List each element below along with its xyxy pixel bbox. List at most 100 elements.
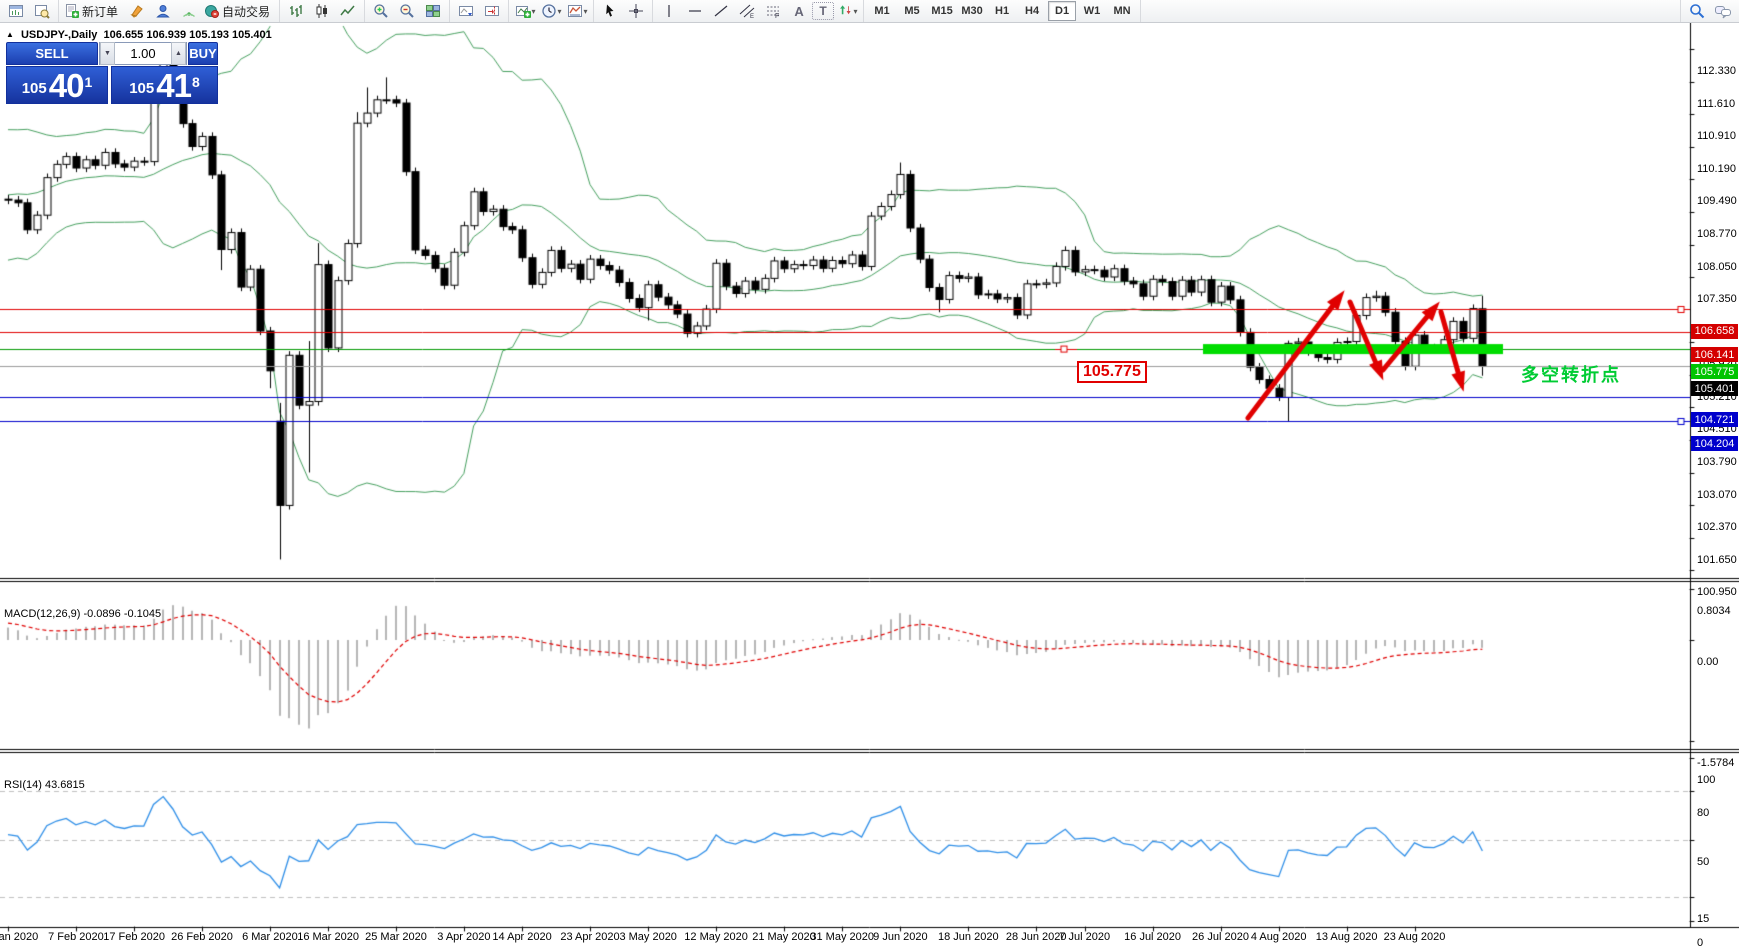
periods-clock-icon[interactable]: ▾ [538,1,564,21]
volume-value[interactable]: 1.00 [115,46,171,61]
toolbar-group-zoom [365,0,451,22]
fibonacci-icon[interactable]: F [760,1,786,21]
toolbar-group-cursor [594,0,654,22]
date-label: 6 Mar 2020 [242,931,298,943]
indicators-icon[interactable]: ▾ [512,1,538,21]
cursor-icon[interactable] [597,1,623,21]
community-icon[interactable] [150,1,176,21]
date-label: 28 Jun 2020 [1005,931,1067,943]
chat-icon[interactable] [1710,1,1736,21]
price-badge-104-721: 104.721 [1691,412,1738,428]
date-label: 23 Apr 2020 [560,931,620,943]
chart-ohlc-values: 106.655 106.939 105.193 105.401 [103,29,272,41]
vertical-line-icon[interactable] [656,1,682,21]
auto-scroll-icon[interactable] [453,1,479,21]
volume-down-icon[interactable]: ▼ [100,42,115,65]
autotrading-button[interactable]: 自动交易 [202,1,276,21]
toolbar-group-windows [0,0,59,22]
timeframe-m30[interactable]: M30 [958,1,986,21]
timeframe-h1[interactable]: H1 [988,1,1016,21]
date-label: 16 Mar 2020 [297,931,359,943]
date-label: 7 Feb 2020 [48,931,104,943]
timeframe-h4[interactable]: H4 [1018,1,1046,21]
timeframe-d1[interactable]: D1 [1048,1,1077,21]
chart-shift-icon[interactable] [479,1,505,21]
equidistant-channel-icon[interactable]: E [734,1,760,21]
volume-spinner[interactable]: ▼ 1.00 ▲ [99,42,187,65]
sell-price-display[interactable]: 105 40 1 [6,66,108,104]
date-label: 18 Jun 2020 [938,931,999,943]
price-badge-106-658: 106.658 [1691,323,1738,339]
trendline-icon[interactable] [708,1,734,21]
timeframe-w1[interactable]: W1 [1078,1,1106,21]
date-label: 29 Jan 2020 [0,931,39,943]
chart-window: ▲ USDJPY-,Daily 106.655 106.939 105.193 … [0,23,1739,949]
date-label: 26 Feb 2020 [171,931,233,943]
buy-price-sup: 8 [191,74,200,90]
horizontal-line-icon[interactable] [682,1,708,21]
date-label: 13 Aug 2020 [1315,931,1378,943]
rsi-scale-label: 80 [1697,806,1710,819]
volume-up-icon[interactable]: ▲ [171,42,186,65]
arrows-dropdown-caret[interactable]: ▾ [854,7,858,16]
new-order-icon [66,4,79,18]
price-annotation-label[interactable]: 105.775 [1077,361,1147,384]
price-tick-label: 110.190 [1697,162,1736,175]
zoom-out-icon[interactable] [394,1,420,21]
zoom-in-icon[interactable] [368,1,394,21]
macd-scale-label: 0.00 [1697,656,1719,668]
profiles-icon[interactable] [29,1,55,21]
mt4-window: 新订单 自动交易 ▾ ▾ ▾ E F A T ▾ M1 M5 M15 M30 H… [0,0,1739,949]
chart-title: ▲ USDJPY-,Daily 106.655 106.939 105.193 … [6,29,272,41]
rsi-scale-label: 100 [1697,774,1716,786]
marker-icon[interactable] [124,1,150,21]
arrows-tool-icon[interactable]: ▾ [834,1,860,21]
signals-icon[interactable] [176,1,202,21]
text-icon[interactable]: A [786,1,812,21]
timeframe-mn[interactable]: MN [1108,1,1136,21]
price-tick-label: 109.490 [1697,195,1737,207]
templates-dropdown-caret[interactable]: ▾ [584,7,588,16]
price-badge-105-401: 105.401 [1691,381,1738,397]
new-order-button[interactable]: 新订单 [62,1,124,21]
periods-dropdown-caret[interactable]: ▾ [558,7,562,16]
price-tick-label: 111.610 [1697,97,1736,110]
date-label: 14 Apr 2020 [492,931,552,943]
tile-windows-icon[interactable] [420,1,446,21]
timeframe-m15[interactable]: M15 [928,1,956,21]
date-label: 9 Jun 2020 [873,931,928,943]
timeframe-m1[interactable]: M1 [868,1,896,21]
sell-price-sup: 1 [84,74,93,90]
market-watch-icon[interactable] [3,1,29,21]
date-label: 7 Jul 2020 [1059,931,1111,943]
sell-price-big: 40 [48,67,85,104]
price-tick-label: 112.330 [1697,65,1736,77]
price-tick-label: 110.910 [1697,130,1736,142]
templates-icon[interactable]: ▾ [564,1,590,21]
timeframe-m5[interactable]: M5 [898,1,926,21]
crosshair-icon[interactable] [623,1,649,21]
date-label: 31 May 2020 [810,931,874,943]
price-tick-label: 108.770 [1697,227,1737,240]
turning-point-annotation[interactable]: 多空转折点 [1521,361,1621,387]
collapse-triangle-icon[interactable]: ▲ [6,30,14,39]
date-label: 3 May 2020 [619,931,677,943]
buy-price-display[interactable]: 105 41 8 [111,66,218,104]
search-icon[interactable] [1684,1,1710,21]
main-toolbar: 新订单 自动交易 ▾ ▾ ▾ E F A T ▾ M1 M5 M15 M30 H… [0,0,1739,23]
price-tick-label: 107.350 [1697,292,1737,305]
autotrading-icon [205,5,220,18]
price-tick-label: 101.650 [1697,553,1737,566]
bar-chart-icon[interactable] [283,1,309,21]
date-label: 3 Apr 2020 [437,931,491,943]
timeframe-toolbar: M1 M5 M15 M30 H1 H4 D1 W1 MN [864,0,1142,22]
text-label-icon[interactable]: T [812,2,835,20]
line-chart-icon[interactable] [335,1,361,21]
chart-canvas[interactable] [0,23,1739,949]
candlestick-icon[interactable] [309,1,335,21]
date-label: 23 Aug 2020 [1383,931,1446,943]
date-label: 12 May 2020 [684,931,748,943]
buy-price-big: 41 [156,67,192,104]
toolbar-group-right [1680,0,1739,22]
indicators-dropdown-caret[interactable]: ▾ [532,7,536,16]
